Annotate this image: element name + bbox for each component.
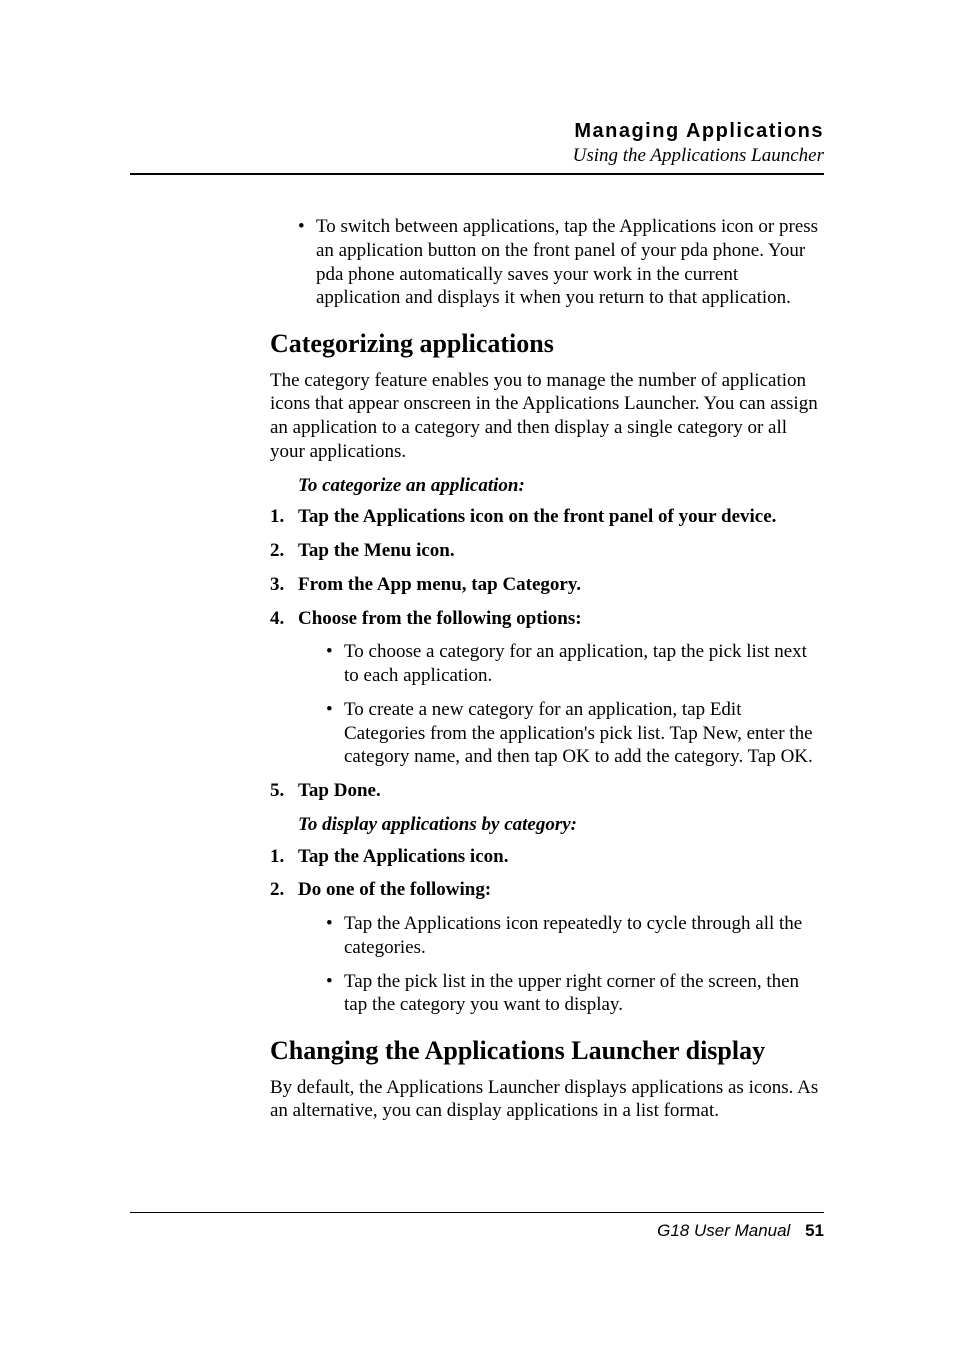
bullet-icon: • xyxy=(326,912,344,960)
step-text: Do one of the following: xyxy=(298,878,824,902)
procB-step-1: 1. Tap the Applications icon. xyxy=(298,845,824,869)
chapter-title: Managing Applications xyxy=(130,120,824,143)
bullet-text: Tap the pick list in the upper right cor… xyxy=(344,970,824,1018)
page-number: 51 xyxy=(805,1221,824,1240)
step-text: From the App menu, tap Category. xyxy=(298,573,824,597)
step-number: 3. xyxy=(270,573,298,597)
intro-bullet: • To switch between applications, tap th… xyxy=(298,215,824,310)
step-text: Tap the Menu icon. xyxy=(298,539,824,563)
bullet-icon: • xyxy=(298,215,316,310)
bullet-icon: • xyxy=(326,698,344,769)
intro-bullet-text: To switch between applications, tap the … xyxy=(316,215,824,310)
heading-changing-display: Changing the Applications Launcher displ… xyxy=(270,1035,824,1068)
step-text: Tap the Applications icon on the front p… xyxy=(298,505,824,529)
procB-step-2: 2. Do one of the following: xyxy=(298,878,824,902)
step-text: Tap Done. xyxy=(298,779,824,803)
section1-para: The category feature enables you to mana… xyxy=(270,369,824,464)
bullet-icon: • xyxy=(326,970,344,1018)
step-number: 5. xyxy=(270,779,298,803)
step-text: Choose from the following options: xyxy=(298,607,824,631)
procA-step-3: 3. From the App menu, tap Category. xyxy=(298,573,824,597)
step-number: 1. xyxy=(270,505,298,529)
section-breadcrumb: Using the Applications Launcher xyxy=(130,145,824,167)
footer-text: G18 User Manual 51 xyxy=(130,1221,824,1241)
page-footer: G18 User Manual 51 xyxy=(130,1212,824,1241)
procA-title: To categorize an application: xyxy=(298,474,824,498)
bullet-icon: • xyxy=(326,640,344,688)
step-number: 2. xyxy=(270,878,298,902)
procB-title: To display applications by category: xyxy=(298,813,824,837)
procA-step4-bullet-1: • To choose a category for an applicatio… xyxy=(326,640,824,688)
bullet-text: To choose a category for an application,… xyxy=(344,640,824,688)
step-number: 2. xyxy=(270,539,298,563)
procA-step-4: 4. Choose from the following options: xyxy=(298,607,824,631)
procA-step-5: 5. Tap Done. xyxy=(298,779,824,803)
header-rule xyxy=(130,173,824,175)
section2-para: By default, the Applications Launcher di… xyxy=(270,1076,824,1124)
content-area: • To switch between applications, tap th… xyxy=(270,215,824,1123)
page-header: Managing Applications Using the Applicat… xyxy=(130,120,824,167)
bullet-text: Tap the Applications icon repeatedly to … xyxy=(344,912,824,960)
bullet-text: To create a new category for an applicat… xyxy=(344,698,824,769)
step-number: 1. xyxy=(270,845,298,869)
procA-step-1: 1. Tap the Applications icon on the fron… xyxy=(298,505,824,529)
manual-name: G18 User Manual xyxy=(657,1221,790,1240)
footer-rule xyxy=(130,1212,824,1213)
step-number: 4. xyxy=(270,607,298,631)
procB-step2-bullet-2: • Tap the pick list in the upper right c… xyxy=(326,970,824,1018)
page: Managing Applications Using the Applicat… xyxy=(0,0,954,1351)
heading-categorizing: Categorizing applications xyxy=(270,328,824,361)
procA-step4-bullet-2: • To create a new category for an applic… xyxy=(326,698,824,769)
procB-step2-bullet-1: • Tap the Applications icon repeatedly t… xyxy=(326,912,824,960)
step-text: Tap the Applications icon. xyxy=(298,845,824,869)
procA-step-2: 2. Tap the Menu icon. xyxy=(298,539,824,563)
